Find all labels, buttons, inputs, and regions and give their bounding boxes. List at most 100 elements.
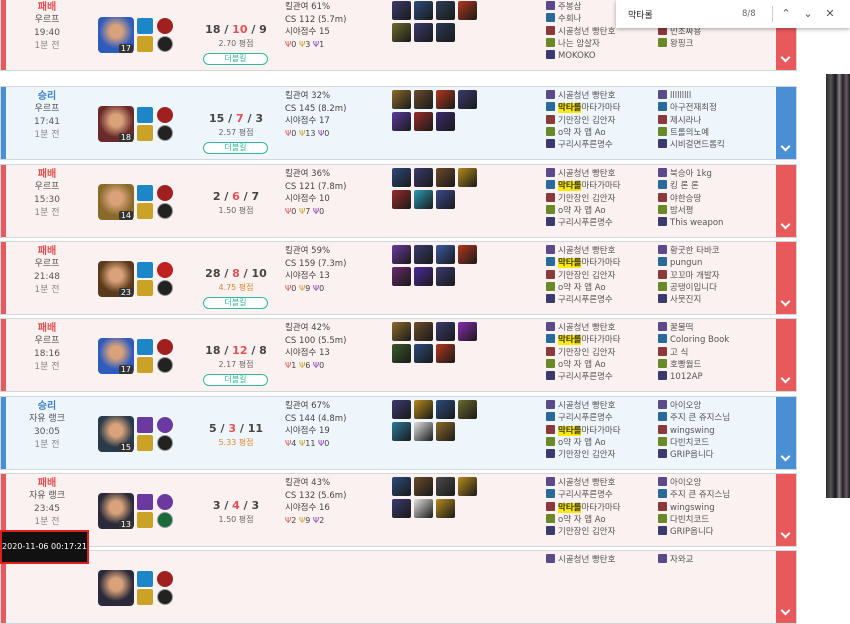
participant[interactable]: 트롤의노예 bbox=[658, 126, 709, 139]
participant[interactable]: 아이오앙 bbox=[658, 477, 701, 489]
item-slot[interactable] bbox=[436, 168, 455, 187]
participant[interactable]: GRIP옵니다 bbox=[658, 449, 714, 461]
item-slot[interactable] bbox=[436, 267, 455, 286]
expand-button[interactable] bbox=[776, 242, 796, 314]
participant[interactable]: 기만장인 김안자 bbox=[546, 114, 615, 127]
item-slot[interactable] bbox=[414, 23, 433, 42]
champion-portrait[interactable] bbox=[98, 570, 134, 606]
participant[interactable]: 시골청년 빵탄호 bbox=[546, 25, 615, 38]
champion-portrait[interactable]: 18 bbox=[98, 106, 134, 142]
participant[interactable]: 구리시푸른명수 bbox=[546, 294, 613, 306]
match-row[interactable]: 승리 우르프 17:41 1분 전 18 15 / 7 / 3 2.57 평점 더블킬 킬관여 … bbox=[0, 86, 797, 160]
participant[interactable]: 꿀물떡 bbox=[658, 322, 693, 334]
participant[interactable]: 시골청년 빵탄호 bbox=[546, 400, 615, 412]
chevron-down-icon[interactable]: ⌄ bbox=[798, 4, 818, 24]
item-slot[interactable] bbox=[414, 400, 433, 419]
participant[interactable]: 구리시푸른명수 bbox=[546, 371, 613, 383]
item-slot[interactable] bbox=[414, 168, 433, 187]
participant[interactable]: pungun bbox=[658, 257, 702, 269]
participant[interactable]: o약 자 앱 Ao bbox=[546, 436, 606, 449]
item-slot[interactable] bbox=[436, 322, 455, 341]
participant[interactable]: 막타롤마타가마타 bbox=[546, 102, 621, 114]
item-slot[interactable] bbox=[436, 422, 455, 441]
item-slot[interactable] bbox=[392, 267, 411, 286]
participant[interactable]: 기만장인 김안자 bbox=[546, 526, 615, 538]
participant[interactable]: 왕핑크 bbox=[658, 37, 693, 50]
participant[interactable]: 구리시푸른명수 bbox=[546, 217, 613, 229]
participant[interactable]: lllllllll bbox=[658, 90, 691, 102]
item-slot[interactable] bbox=[392, 400, 411, 419]
participant[interactable]: 시골청년 빵탄호 bbox=[546, 554, 615, 566]
participant[interactable]: 아이오앙 bbox=[658, 400, 701, 412]
participant[interactable]: MOKOKO bbox=[546, 50, 596, 62]
item-slot[interactable] bbox=[414, 190, 433, 209]
participant[interactable]: 시골청년 빵탄호 bbox=[546, 477, 615, 489]
participant[interactable]: 막타롤마타가마타 bbox=[546, 424, 621, 437]
item-slot[interactable] bbox=[436, 245, 455, 264]
item-slot[interactable] bbox=[392, 477, 411, 496]
item-slot[interactable] bbox=[436, 344, 455, 363]
participant[interactable]: 야한승땅 bbox=[658, 192, 701, 205]
participant[interactable]: 아구전재최정 bbox=[658, 102, 717, 114]
item-slot[interactable] bbox=[458, 1, 477, 20]
find-input[interactable]: 막타롤 bbox=[628, 8, 653, 21]
item-slot[interactable] bbox=[414, 112, 433, 131]
participant[interactable]: GRIP옵니다 bbox=[658, 526, 714, 538]
participant[interactable]: 구리시푸른명수 bbox=[546, 489, 613, 501]
participant[interactable]: 시골청년 빵탄호 bbox=[546, 168, 615, 180]
item-slot[interactable] bbox=[392, 112, 411, 131]
participant[interactable]: 구리시푸른명수 bbox=[546, 139, 613, 151]
expand-button[interactable] bbox=[776, 87, 796, 159]
item-slot[interactable] bbox=[414, 344, 433, 363]
participant[interactable]: 나는 암살자 bbox=[546, 37, 600, 50]
item-slot[interactable] bbox=[436, 499, 455, 518]
expand-button[interactable] bbox=[776, 319, 796, 391]
participant[interactable]: 밤서평 bbox=[658, 204, 693, 217]
participant[interactable]: 수회나 bbox=[546, 13, 581, 25]
item-slot[interactable] bbox=[458, 168, 477, 187]
champion-portrait[interactable]: 17 bbox=[98, 17, 134, 53]
participant[interactable]: 구리시푸른명수 bbox=[546, 412, 613, 424]
item-slot[interactable] bbox=[392, 168, 411, 187]
participant[interactable]: 시골청년 빵탄호 bbox=[546, 90, 615, 102]
item-slot[interactable] bbox=[392, 190, 411, 209]
item-slot[interactable] bbox=[414, 499, 433, 518]
item-slot[interactable] bbox=[392, 245, 411, 264]
item-slot[interactable] bbox=[392, 422, 411, 441]
participant[interactable]: 시비걸면드롭킥 bbox=[658, 139, 725, 151]
match-row[interactable]: 승리 자유 랭크 30:05 1분 전 15 5 / 3 / 11 5.33 평점 킬관여 6… bbox=[0, 396, 797, 470]
participant[interactable]: 주봉삼 bbox=[546, 1, 581, 13]
champion-portrait[interactable]: 23 bbox=[98, 261, 134, 297]
item-slot[interactable] bbox=[458, 322, 477, 341]
participant[interactable]: o약 자 앱 Ao bbox=[546, 513, 606, 526]
item-slot[interactable] bbox=[414, 422, 433, 441]
participant[interactable]: 황굿한 타바코 bbox=[658, 245, 720, 257]
participant[interactable]: 자와교 bbox=[658, 554, 693, 566]
item-slot[interactable] bbox=[392, 1, 411, 20]
participant[interactable]: 북승아 1kg bbox=[658, 168, 712, 180]
participant[interactable]: o약 자 앱 Ao bbox=[546, 204, 606, 217]
participant[interactable]: 주지 큰 쥬지스님 bbox=[658, 489, 730, 501]
expand-button[interactable] bbox=[776, 165, 796, 237]
item-slot[interactable] bbox=[392, 322, 411, 341]
item-slot[interactable] bbox=[458, 245, 477, 264]
participant[interactable]: 기만장인 김안자 bbox=[546, 346, 615, 359]
item-slot[interactable] bbox=[458, 90, 477, 109]
item-slot[interactable] bbox=[436, 400, 455, 419]
participant[interactable]: This weapon bbox=[658, 217, 723, 229]
item-slot[interactable] bbox=[414, 90, 433, 109]
participant[interactable]: 1012AP bbox=[658, 371, 703, 383]
match-row[interactable]: 패배 우르프 18:16 1분 전 17 18 / 12 / 8 2.17 평점 더블킬 킬관여… bbox=[0, 318, 797, 392]
item-slot[interactable] bbox=[392, 90, 411, 109]
champion-portrait[interactable]: 15 bbox=[98, 416, 134, 452]
item-slot[interactable] bbox=[414, 322, 433, 341]
match-row[interactable]: 시골청년 빵탄호 자와교 bbox=[0, 550, 797, 624]
participant[interactable]: 기만장인 김안자 bbox=[546, 269, 615, 282]
participant[interactable]: Coloring Book bbox=[658, 334, 729, 346]
match-row[interactable]: 패배 우르프 21:48 1분 전 23 28 / 8 / 10 4.75 평점 더블킬 킬관여… bbox=[0, 241, 797, 315]
item-slot[interactable] bbox=[436, 477, 455, 496]
expand-button[interactable] bbox=[776, 474, 796, 546]
item-slot[interactable] bbox=[414, 477, 433, 496]
item-slot[interactable] bbox=[436, 112, 455, 131]
participant[interactable]: 막타롤마타가마타 bbox=[546, 501, 621, 514]
